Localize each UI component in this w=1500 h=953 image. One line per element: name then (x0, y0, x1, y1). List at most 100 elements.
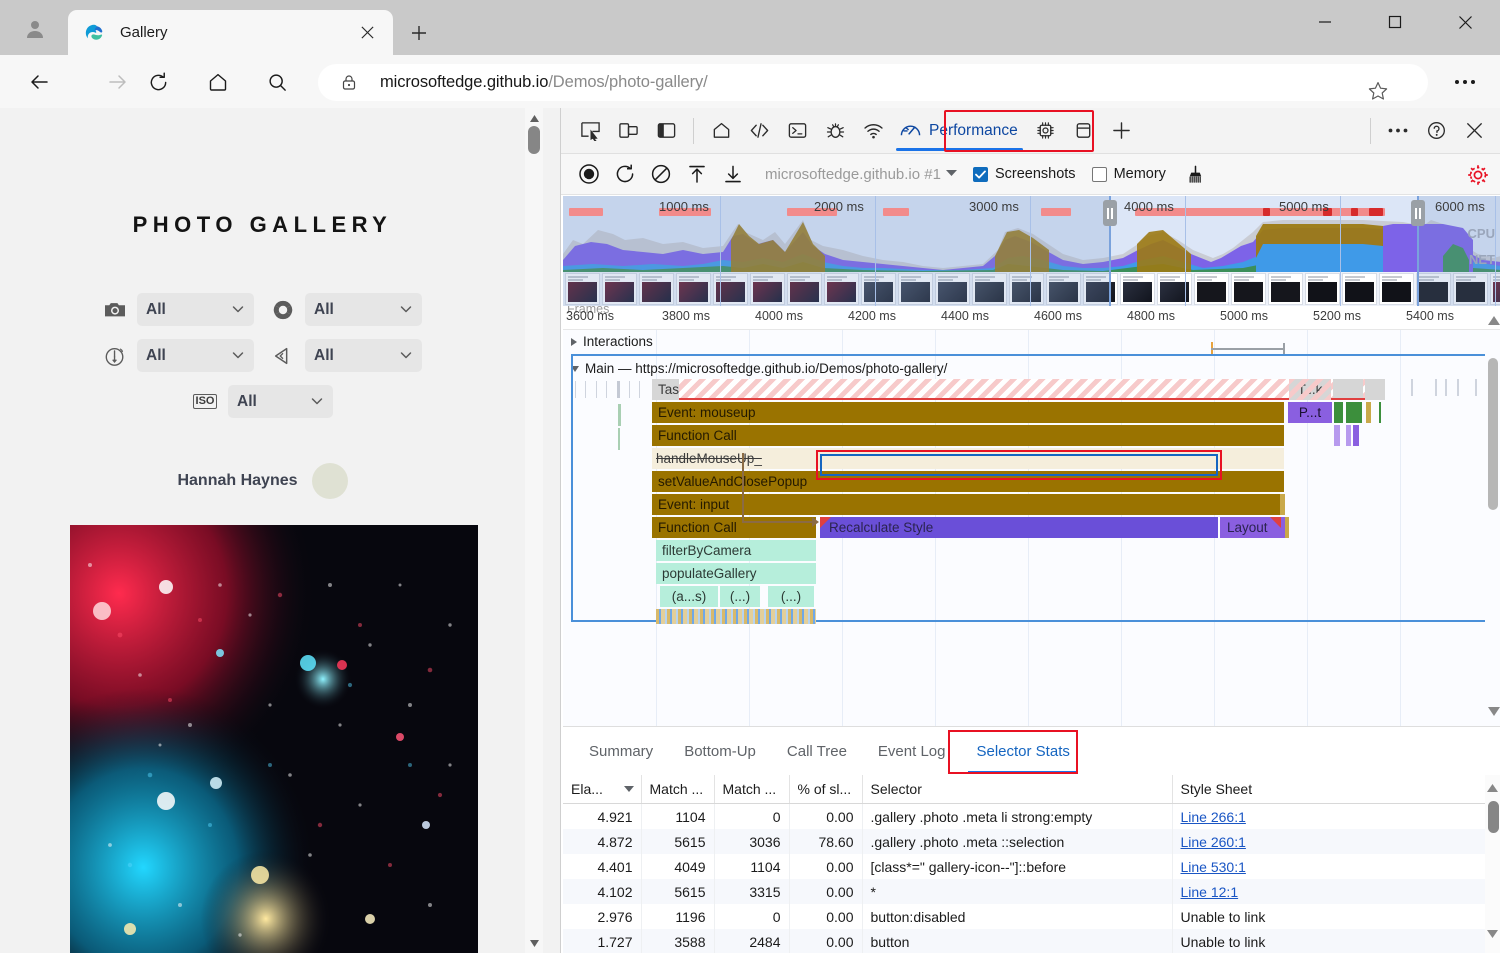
flame-row-filter-by-camera[interactable]: filterByCamera (656, 540, 816, 561)
flame-block[interactable] (1333, 379, 1363, 400)
browser-tab-gallery[interactable]: Gallery (68, 10, 393, 55)
filmstrip-thumb[interactable] (1157, 273, 1192, 305)
home-button[interactable] (200, 64, 236, 100)
table-row[interactable]: 2.976119600.00button:disabledUnable to l… (563, 904, 1485, 929)
save-profile-button[interactable] (715, 159, 751, 189)
flame-block[interactable] (1365, 379, 1385, 400)
flame-block[interactable] (1346, 402, 1362, 423)
scroll-down-arrow-icon[interactable] (525, 935, 543, 951)
window-maximize-button[interactable] (1360, 0, 1430, 44)
dock-panel-icon[interactable] (647, 114, 685, 148)
filmstrip-thumb[interactable] (1120, 273, 1155, 305)
flame-block[interactable] (1379, 402, 1381, 423)
flame-block[interactable] (1346, 425, 1351, 446)
selector-stats-table[interactable]: Ela... Match ... Match ... % of sl... Se… (563, 775, 1500, 953)
flamechart-scroll-down-icon[interactable] (1488, 703, 1500, 721)
column-header-stylesheet[interactable]: Style Sheet (1172, 775, 1485, 804)
table-row[interactable]: 4.102561533150.00*Line 12:1 (563, 879, 1485, 904)
tab-event-log[interactable]: Event Log (864, 737, 960, 766)
stylesheet-link[interactable]: Line 530:1 (1181, 859, 1246, 875)
filmstrip-thumb[interactable] (1268, 273, 1303, 305)
inspect-icon[interactable] (571, 114, 609, 148)
column-header-match-attempts[interactable]: Match ... (641, 775, 714, 804)
stylesheet-link[interactable]: Line 260:1 (1181, 834, 1246, 850)
network-wifi-icon[interactable] (854, 114, 892, 148)
screenshots-checkbox-group[interactable]: Screenshots (973, 166, 1076, 182)
flame-block[interactable] (1334, 425, 1340, 446)
table-scroll-up-icon[interactable] (1487, 779, 1498, 797)
iso-select[interactable]: All (228, 385, 333, 418)
column-header-selector[interactable]: Selector (862, 775, 1172, 804)
flame-row-anon-3[interactable]: (...) (768, 586, 814, 607)
table-row[interactable]: 1.727358824840.00buttonUnable to link (563, 929, 1485, 953)
application-box-icon[interactable] (1065, 114, 1103, 148)
flame-row-paint[interactable]: P...t (1288, 402, 1332, 423)
profile-button[interactable] (14, 10, 56, 48)
home-icon[interactable] (702, 114, 740, 148)
devtools-more-button[interactable] (1379, 114, 1417, 148)
flame-row-task-2[interactable] (564, 379, 570, 400)
camera-select[interactable]: All (137, 293, 254, 326)
flame-row-event-input[interactable]: Event: input (652, 494, 1284, 515)
flamechart-scroll-up-icon[interactable] (1488, 312, 1500, 330)
column-header-elapsed[interactable]: Ela... (563, 775, 641, 804)
browser-more-button[interactable] (1448, 69, 1482, 95)
page-scrollbar[interactable] (525, 108, 543, 953)
shutter-speed-select[interactable]: All (137, 339, 254, 372)
flame-micro-row[interactable] (656, 609, 816, 624)
overview-selection-handle-left[interactable] (1103, 200, 1117, 226)
cell-stylesheet[interactable]: Line 12:1 (1172, 879, 1485, 904)
new-tab-button[interactable] (403, 17, 435, 49)
search-button[interactable] (259, 64, 295, 100)
gallery-photo[interactable] (70, 525, 478, 953)
screenshots-checkbox[interactable] (973, 167, 988, 182)
window-close-button[interactable] (1430, 0, 1500, 44)
filmstrip-thumb[interactable] (1194, 273, 1229, 305)
devtools-close-button[interactable] (1455, 114, 1493, 148)
column-header-match-count[interactable]: Match ... (714, 775, 789, 804)
code-brackets-icon[interactable] (740, 114, 778, 148)
capture-settings-button[interactable] (1465, 162, 1491, 188)
devtools-help-button[interactable] (1417, 114, 1455, 148)
device-toggle-icon[interactable] (609, 114, 647, 148)
stylesheet-link[interactable]: Line 266:1 (1181, 809, 1246, 825)
flame-block[interactable] (1334, 402, 1343, 423)
page-scroll-thumb[interactable] (528, 126, 540, 154)
filmstrip-thumb[interactable] (1231, 273, 1266, 305)
flamechart-scroll-thumb[interactable] (1488, 358, 1498, 510)
flame-row-anon-1[interactable]: (a...s) (660, 586, 718, 607)
memory-chip-icon[interactable] (1027, 114, 1065, 148)
flame-row-recalculate-style[interactable]: Recalculate Style (820, 517, 1218, 538)
tab-call-tree[interactable]: Call Tree (773, 737, 861, 766)
filmstrip-thumb[interactable] (1342, 273, 1377, 305)
scroll-up-arrow-icon[interactable] (525, 110, 543, 126)
stylesheet-link[interactable]: Line 12:1 (1181, 884, 1239, 900)
back-button[interactable] (21, 64, 57, 100)
column-header-pct-slow[interactable]: % of sl... (789, 775, 862, 804)
memory-checkbox-group[interactable]: Memory (1092, 166, 1166, 182)
garbage-collect-button[interactable] (1178, 159, 1214, 189)
performance-overview[interactable]: 1000 ms 2000 ms 3000 ms 4000 ms 5000 ms … (563, 196, 1500, 306)
reload-button[interactable] (140, 64, 176, 100)
add-tab-button[interactable] (1103, 114, 1141, 148)
overview-selection-handle-right[interactable] (1411, 200, 1425, 226)
flame-row-function-call-1[interactable]: Function Call (652, 425, 1284, 446)
tab-performance[interactable]: Performance (892, 111, 1027, 151)
flamechart-scrollbar[interactable] (1485, 330, 1500, 726)
cell-stylesheet[interactable]: Line 260:1 (1172, 829, 1485, 854)
tab-close-icon[interactable] (353, 19, 381, 47)
tab-summary[interactable]: Summary (575, 737, 667, 766)
record-button[interactable] (571, 159, 607, 189)
cell-stylesheet[interactable]: Line 266:1 (1172, 804, 1485, 830)
window-minimize-button[interactable] (1290, 0, 1360, 44)
filmstrip-thumb[interactable] (1379, 273, 1414, 305)
flame-block[interactable] (1285, 517, 1289, 538)
flash-select[interactable]: All (305, 339, 422, 372)
group-interactions[interactable]: Interactions (571, 334, 653, 349)
flame-row-event-mouseup[interactable]: Event: mouseup (652, 402, 1284, 423)
reload-and-record-button[interactable] (607, 159, 643, 189)
aperture-select[interactable]: All (305, 293, 422, 326)
table-row[interactable]: 4.921110400.00.gallery .photo .meta li s… (563, 804, 1485, 830)
load-profile-button[interactable] (679, 159, 715, 189)
filmstrip-thumb[interactable] (1305, 273, 1340, 305)
